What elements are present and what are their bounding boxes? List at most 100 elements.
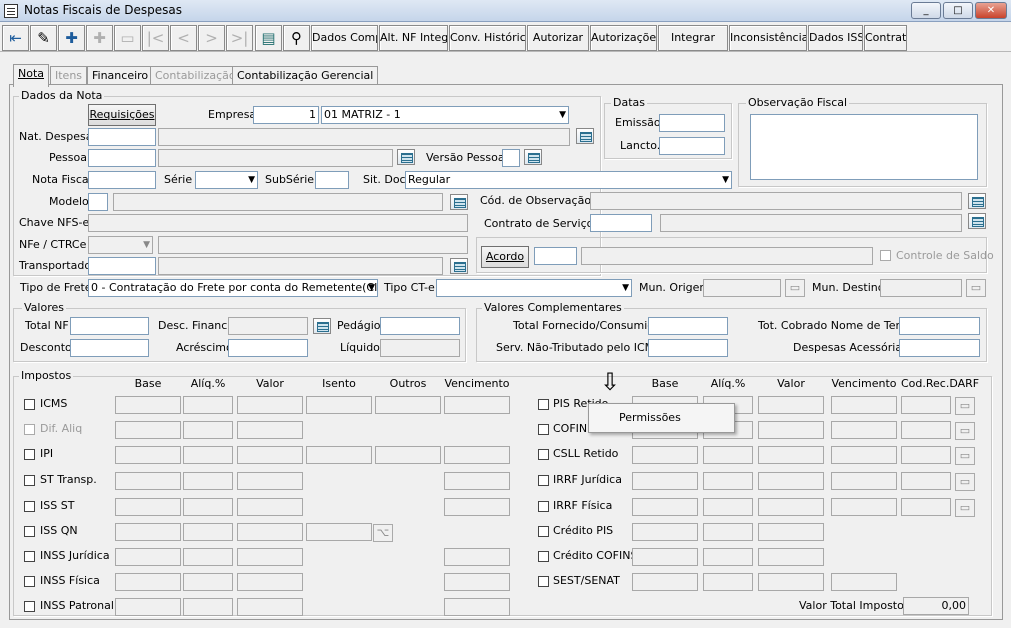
binoculars-search-icon[interactable]: ⚲	[283, 25, 310, 51]
tax-cell	[703, 446, 753, 464]
tax-checkbox[interactable]	[24, 424, 35, 435]
acordo-button[interactable]: Acordo	[481, 246, 529, 268]
context-menu: Permissões	[588, 403, 735, 433]
desc-financ-lookup-icon[interactable]	[313, 318, 331, 334]
darf-lookup-icon[interactable]: ▭	[955, 473, 975, 491]
empresa-code-input[interactable]: 1	[253, 106, 319, 124]
mun-origem-lookup-icon[interactable]: ▭	[785, 279, 805, 297]
darf-lookup-icon[interactable]: ▭	[955, 422, 975, 440]
cod-observacao-input	[590, 192, 962, 210]
prev-record-icon[interactable]: <	[170, 25, 197, 51]
total-fornecido-input[interactable]	[648, 317, 728, 335]
subserie-input[interactable]	[315, 171, 349, 189]
tax-checkbox[interactable]	[24, 526, 35, 537]
tax-cell	[115, 523, 181, 541]
alt-nf-integr-button[interactable]: Alt. NF Integr.	[379, 25, 448, 51]
serv-nao-trib-input[interactable]	[648, 339, 728, 357]
tab-financeiro[interactable]: Financeiro	[87, 66, 154, 86]
pessoa-input[interactable]	[88, 149, 156, 167]
dados-comp-button[interactable]: Dados Comp.	[311, 25, 378, 51]
tab-contabilizacao[interactable]: Contabilização	[150, 66, 241, 86]
tax-checkbox[interactable]	[24, 399, 35, 410]
despesas-acess-input[interactable]	[899, 339, 980, 357]
serie-select[interactable]	[195, 171, 258, 189]
delete-icon[interactable]: ▭	[114, 25, 141, 51]
total-nf-input[interactable]	[70, 317, 149, 335]
observacao-textarea[interactable]	[750, 114, 978, 180]
contrato-servico-lookup-icon[interactable]	[968, 213, 986, 229]
modelo-lookup-icon[interactable]	[450, 194, 468, 210]
menu-item-permissoes[interactable]: Permissões	[619, 411, 681, 424]
last-record-icon[interactable]: >|	[226, 25, 253, 51]
acordo-input[interactable]	[534, 247, 577, 265]
tax-checkbox[interactable]	[24, 551, 35, 562]
tax-checkbox[interactable]	[538, 551, 549, 562]
controle-saldo-checkbox[interactable]	[880, 250, 891, 261]
next-record-icon[interactable]: >	[198, 25, 225, 51]
tab-nota[interactable]: Nota	[13, 64, 50, 87]
pessoa-lookup-icon[interactable]	[397, 149, 415, 165]
tax-checkbox[interactable]	[538, 424, 549, 435]
tipo-frete-select[interactable]: 0 - Contratação do Frete por conta do Re…	[88, 279, 378, 297]
cod-observacao-lookup-icon[interactable]	[968, 193, 986, 209]
darf-lookup-icon[interactable]: ▭	[955, 397, 975, 415]
sit-doc-select[interactable]: Regular	[405, 171, 732, 189]
mun-destino-lookup-icon[interactable]: ▭	[966, 279, 986, 297]
tab-contabilizacao-gerencial[interactable]: Contabilização Gerencial	[232, 66, 379, 86]
new-record-icon[interactable]: ✚	[58, 25, 85, 51]
darf-lookup-icon[interactable]: ▭	[955, 499, 975, 517]
contrato-button[interactable]: Contrato	[864, 25, 907, 51]
tot-cobrado-input[interactable]	[899, 317, 980, 335]
autorizar-button[interactable]: Autorizar	[527, 25, 589, 51]
mun-destino-label: Mun. Destino	[812, 281, 885, 294]
pedagio-input[interactable]	[380, 317, 460, 335]
empresa-select[interactable]: 01 MATRIZ - 1	[321, 106, 569, 124]
tax-checkbox[interactable]	[538, 576, 549, 587]
dados-iss-button[interactable]: Dados ISS	[808, 25, 863, 51]
versao-pessoa-lookup-icon[interactable]	[524, 149, 542, 165]
tax-checkbox[interactable]	[24, 449, 35, 460]
darf-lookup-icon[interactable]: ▭	[955, 447, 975, 465]
nota-fiscal-input[interactable]	[88, 171, 156, 189]
tax-checkbox[interactable]	[24, 576, 35, 587]
tax-checkbox[interactable]	[24, 475, 35, 486]
tax-checkbox[interactable]	[24, 601, 35, 612]
first-record-icon[interactable]: |<	[142, 25, 169, 51]
iss-qn-lookup-icon[interactable]: ⌥	[373, 524, 393, 542]
versao-pessoa-input[interactable]	[502, 149, 520, 167]
modelo-input[interactable]	[88, 193, 108, 211]
integrar-button[interactable]: Integrar	[658, 25, 728, 51]
transportador-lookup-icon[interactable]	[450, 258, 468, 274]
tax-checkbox[interactable]	[538, 526, 549, 537]
tipo-cte-select[interactable]	[436, 279, 632, 297]
acrescimo-input[interactable]	[228, 339, 308, 357]
exit-icon[interactable]: ⇤	[2, 25, 29, 51]
maximize-button[interactable]: □	[943, 2, 973, 19]
minimize-button[interactable]: _	[911, 2, 941, 19]
right-header-cod-rec-darf: Cod.Rec.DARF	[901, 377, 980, 390]
emissao-input[interactable]	[659, 114, 725, 132]
list-icon[interactable]: ▤	[255, 25, 282, 51]
tab-itens[interactable]: Itens	[50, 66, 88, 86]
tax-label: IPI	[40, 447, 54, 460]
transportador-input[interactable]	[88, 257, 156, 275]
autorizacoes-button[interactable]: Autorizações	[590, 25, 657, 51]
tax-checkbox[interactable]	[538, 501, 549, 512]
left-header-aliq: Alíq.%	[190, 377, 226, 390]
tax-checkbox[interactable]	[538, 475, 549, 486]
tax-cell	[183, 573, 233, 591]
tax-checkbox[interactable]	[538, 449, 549, 460]
requisicoes-button[interactable]: Requisições	[88, 104, 156, 126]
close-button[interactable]: ✕	[975, 2, 1007, 19]
tax-checkbox[interactable]	[538, 399, 549, 410]
lancto-input[interactable]	[659, 137, 725, 155]
desconto-input[interactable]	[70, 339, 149, 357]
conv-historico-button[interactable]: Conv. Histórico	[449, 25, 526, 51]
inconsistencias-button[interactable]: Inconsistências	[729, 25, 807, 51]
edit-icon[interactable]: ✎	[30, 25, 57, 51]
nat-despesa-lookup-icon[interactable]	[576, 128, 594, 144]
copy-icon[interactable]: ✚	[86, 25, 113, 51]
tax-checkbox[interactable]	[24, 501, 35, 512]
nat-despesa-input[interactable]	[88, 128, 156, 146]
contrato-servico-input[interactable]	[590, 214, 652, 232]
